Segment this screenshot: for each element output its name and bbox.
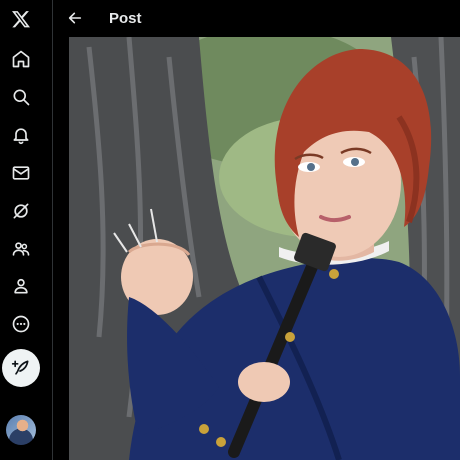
person-icon[interactable] (8, 273, 34, 299)
post-photo[interactable] (69, 37, 460, 460)
grok-icon[interactable] (8, 198, 34, 224)
home-icon[interactable] (8, 46, 34, 72)
arrow-left-icon (68, 12, 82, 24)
main-column: Post (53, 0, 460, 460)
compose-post-button[interactable] (2, 349, 40, 387)
sidebar-nav (0, 0, 44, 460)
bell-icon[interactable] (8, 122, 34, 148)
people-icon[interactable] (8, 236, 34, 262)
page-title: Post (109, 9, 142, 27)
post-photo-image (69, 37, 460, 460)
feather-plus-icon (11, 358, 31, 378)
more-circle-icon[interactable] (8, 311, 34, 337)
avatar[interactable] (6, 415, 36, 445)
page-header: Post (53, 0, 460, 36)
search-icon[interactable] (8, 84, 34, 110)
back-button[interactable] (63, 6, 87, 30)
x-logo-icon[interactable] (8, 6, 34, 32)
mail-icon[interactable] (8, 160, 34, 186)
